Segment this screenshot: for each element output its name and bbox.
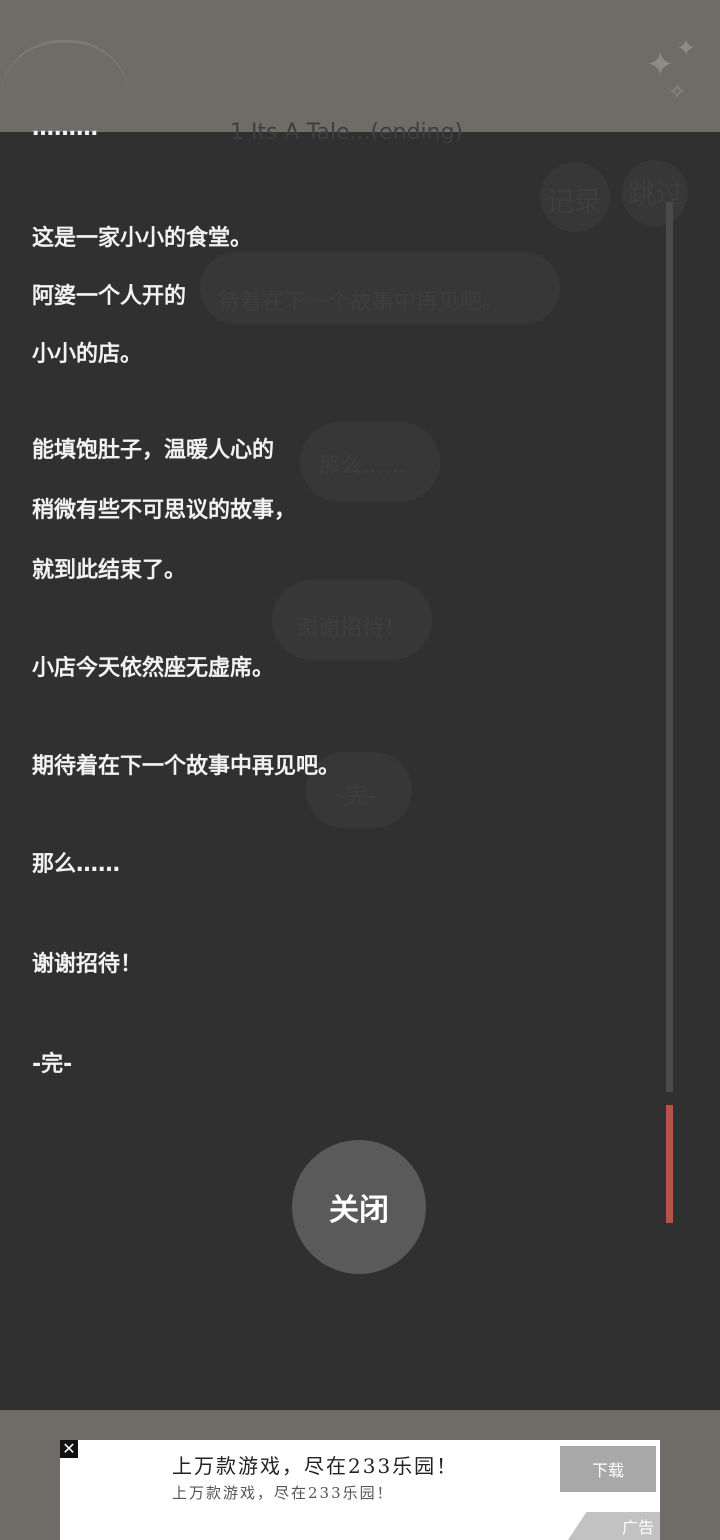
log-line: 能填饱肚子，温暖人心的 [32, 438, 275, 463]
close-button[interactable]: 关闭 [292, 1140, 426, 1274]
top-background-strip: ✦ ✦ ✧ [0, 0, 720, 132]
log-line: 就到此结束了。 [32, 558, 187, 583]
log-scrollbar-thumb[interactable] [666, 1105, 673, 1223]
log-scrollbar-track[interactable] [666, 202, 673, 1092]
ad-download-button[interactable]: 下载 [560, 1446, 656, 1492]
log-line: 小小的店。 [32, 342, 143, 367]
log-line: 阿婆一个人开的 [32, 284, 187, 309]
dialogue-log-overlay: 1 Its A Tale...(ending) 记录 跳过 待着在下一个故事中再… [0, 116, 720, 1410]
log-line: ……… [32, 116, 98, 141]
log-line: 这是一家小小的食堂。 [32, 226, 253, 251]
log-line: 稍微有些不可思议的故事， [32, 498, 297, 523]
dialogue-log-text: ……… 这是一家小小的食堂。 阿婆一个人开的 小小的店。 能填饱肚子，温暖人心的… [32, 116, 652, 1222]
sparkle-icon: ✦ [646, 45, 675, 85]
log-line: 期待着在下一个故事中再见吧。 [32, 754, 341, 779]
ad-title[interactable]: 上万款游戏，尽在233乐园！ [172, 1450, 458, 1479]
ad-badge: 广告 [568, 1512, 660, 1540]
ad-subtitle[interactable]: 上万款游戏，尽在233乐园！ [172, 1482, 394, 1503]
ad-banner[interactable]: ✕ 上万款游戏，尽在233乐园！ 上万款游戏，尽在233乐园！ 下载 广告 [60, 1440, 660, 1540]
log-line: -完- [32, 1052, 73, 1077]
log-line: 那么…… [32, 852, 121, 877]
sparkle-icon: ✦ [676, 34, 697, 62]
log-line: 谢谢招待！ [32, 952, 143, 977]
sparkle-icon: ✧ [668, 80, 687, 105]
ad-close-icon[interactable]: ✕ [60, 1440, 78, 1458]
log-line: 小店今天依然座无虚席。 [32, 656, 275, 681]
